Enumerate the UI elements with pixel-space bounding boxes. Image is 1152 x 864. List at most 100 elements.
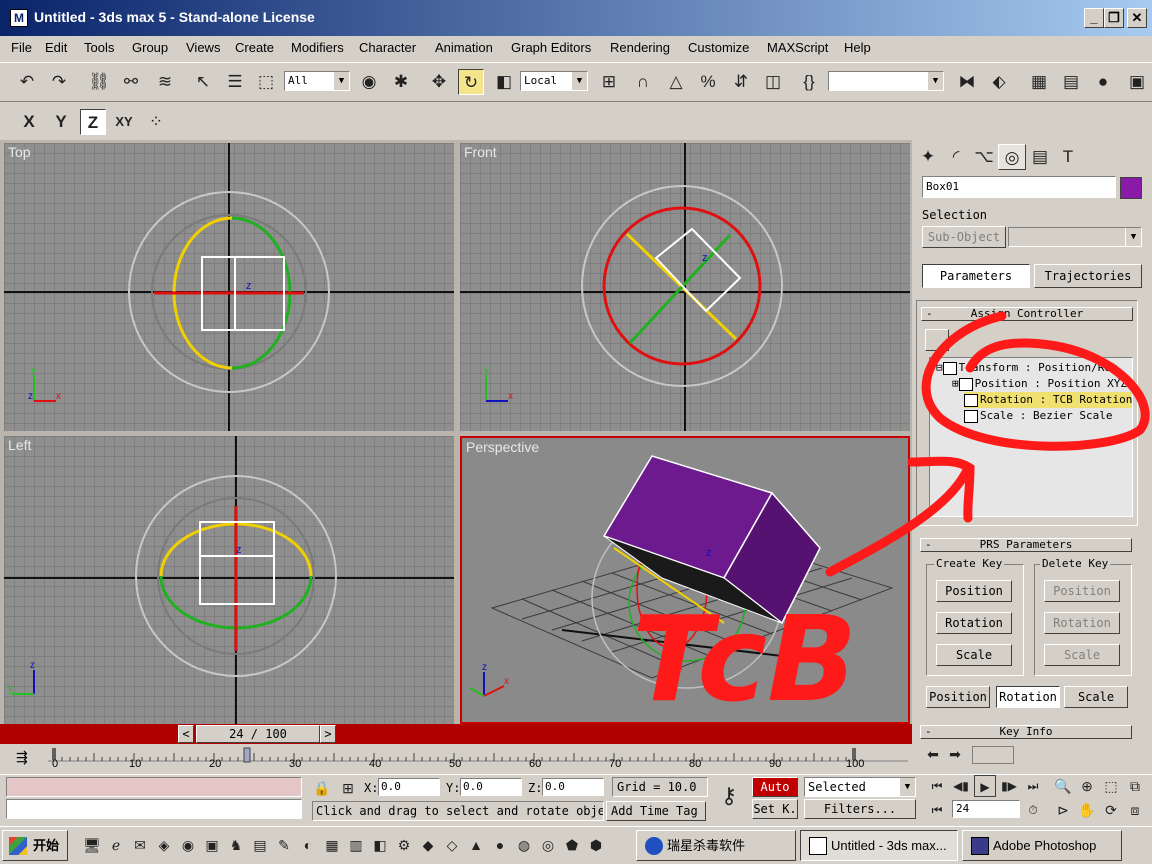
viewport-front[interactable]: z y x Front xyxy=(460,143,910,431)
quick-launch-icon[interactable]: ♞ xyxy=(224,833,248,857)
trajectories-tab-button[interactable]: Trajectories xyxy=(1034,264,1142,288)
snap-3d-icon[interactable]: ∩ xyxy=(630,69,656,95)
menu-animation[interactable]: Animation xyxy=(435,40,493,55)
viewport-left[interactable]: z z y Left xyxy=(4,436,454,724)
create-position-key-button[interactable]: Position xyxy=(936,580,1012,602)
key-filter-dropdown[interactable]: Selected ▼ xyxy=(804,777,916,797)
scale-mode-button[interactable]: Scale xyxy=(1064,686,1128,708)
menu-character[interactable]: Character xyxy=(359,40,416,55)
undo-icon[interactable]: ↶ xyxy=(14,69,40,95)
reference-coordinate-dropdown[interactable]: Local ▼ xyxy=(520,71,588,91)
viewport-perspective[interactable]: z z x Perspective xyxy=(460,436,910,724)
prev-key-arrow-icon[interactable]: ⬅ xyxy=(924,744,942,764)
absolute-mode-icon[interactable]: ⊞ xyxy=(338,775,358,799)
redo-icon[interactable]: ↷ xyxy=(46,69,72,95)
auto-key-button[interactable]: Auto xyxy=(752,777,798,797)
quick-launch-icon[interactable]: ✉ xyxy=(128,833,152,857)
assign-controller-button[interactable] xyxy=(925,329,949,351)
maxscript-input[interactable] xyxy=(6,799,302,819)
app-icon[interactable]: M xyxy=(10,9,28,27)
zoom-all-icon[interactable]: ⊕ xyxy=(1076,775,1098,797)
axis-y-button[interactable]: Y xyxy=(48,109,74,135)
quick-launch-icon[interactable]: ◍ xyxy=(512,833,536,857)
quick-launch-icon[interactable]: ▣ xyxy=(200,833,224,857)
align-icon[interactable]: ⬖ xyxy=(986,69,1012,95)
percent-snap-icon[interactable]: % xyxy=(695,69,721,95)
spinner-snap-icon[interactable]: ⇵ xyxy=(728,69,754,95)
task-3ds-max[interactable]: Untitled - 3ds max... xyxy=(800,830,958,861)
time-slider-thumb[interactable]: 24 / 100 xyxy=(196,725,320,743)
hierarchy-tab-icon[interactable]: ⌥ xyxy=(970,144,998,170)
rect-selection-icon[interactable]: ⬚ xyxy=(253,69,279,95)
tree-row-rotation[interactable]: Rotation : TCB Rotation xyxy=(964,392,1132,408)
crossing-icon[interactable]: ✱ xyxy=(388,69,414,95)
quick-launch-icon[interactable]: ⬢ xyxy=(584,833,608,857)
quick-launch-icon[interactable]: ◉ xyxy=(176,833,200,857)
viewport-label-left[interactable]: Left xyxy=(8,437,31,453)
menu-create[interactable]: Create xyxy=(235,40,274,55)
delete-scale-key-button[interactable]: Scale xyxy=(1044,644,1120,666)
maxscript-listener-mini[interactable] xyxy=(6,777,302,797)
current-frame-field[interactable]: 24 xyxy=(952,800,1020,818)
delete-position-key-button[interactable]: Position xyxy=(1044,580,1120,602)
position-mode-button[interactable]: Position xyxy=(926,686,990,708)
restore-button[interactable]: ❐ xyxy=(1104,8,1124,28)
quick-launch-icon[interactable]: ◎ xyxy=(536,833,560,857)
z-field[interactable]: 0.0 xyxy=(542,778,604,796)
select-object-icon[interactable]: ↖ xyxy=(190,69,216,95)
select-by-name-icon[interactable]: ☰ xyxy=(222,69,248,95)
task-rising-antivirus[interactable]: 瑞星杀毒软件 xyxy=(636,830,796,861)
tree-row-scale[interactable]: Scale : Bezier Scale xyxy=(964,408,1112,424)
axis-xy-button[interactable]: XY xyxy=(111,109,137,135)
select-link-icon[interactable]: ⛓ xyxy=(86,69,112,95)
object-name-field[interactable]: Box01 xyxy=(922,176,1116,198)
create-scale-key-button[interactable]: Scale xyxy=(936,644,1012,666)
axis-z-button[interactable]: Z xyxy=(80,109,106,135)
zoom-extents-icon[interactable]: ⬚ xyxy=(1100,775,1122,797)
modify-tab-icon[interactable]: ◜ xyxy=(942,144,970,170)
zoom-icon[interactable]: 🔍 xyxy=(1052,775,1074,797)
close-button[interactable]: ✕ xyxy=(1127,8,1147,28)
start-button[interactable]: 开始 xyxy=(2,830,68,861)
schematic-view-icon[interactable]: ▤ xyxy=(1058,69,1084,95)
next-frame-icon[interactable]: ▮▶ xyxy=(998,775,1020,797)
key-info-header[interactable]: - Key Info xyxy=(920,725,1132,739)
dot-cluster-icon[interactable]: ⁘ xyxy=(143,109,169,135)
key-number-field[interactable] xyxy=(972,746,1014,764)
create-tab-icon[interactable]: ✦ xyxy=(914,144,942,170)
x-field[interactable]: 0.0 xyxy=(378,778,440,796)
rotate-icon[interactable]: ↻ xyxy=(458,69,484,95)
sub-object-dropdown[interactable]: ▼ xyxy=(1008,227,1142,247)
key-filter-icon[interactable]: ⇶ xyxy=(16,749,28,766)
maximize-viewport-icon[interactable]: ⧈ xyxy=(1124,799,1146,821)
quick-launch-icon[interactable]: ✎ xyxy=(272,833,296,857)
viewport-label-perspective[interactable]: Perspective xyxy=(466,439,539,455)
quick-launch-icon[interactable]: ◇ xyxy=(440,833,464,857)
minimize-button[interactable]: _ xyxy=(1084,8,1104,28)
viewport-label-top[interactable]: Top xyxy=(8,144,31,160)
quick-launch-icon[interactable]: ◈ xyxy=(152,833,176,857)
quick-launch-icon[interactable]: 🖥 xyxy=(80,833,104,857)
named-selection-dropdown[interactable]: ▼ xyxy=(828,71,944,91)
menu-modifiers[interactable]: Modifiers xyxy=(291,40,344,55)
display-tab-icon[interactable]: ▤ xyxy=(1026,144,1054,170)
time-slider-prev-button[interactable]: < xyxy=(178,725,194,743)
track-view-icon[interactable]: ▦ xyxy=(1026,69,1052,95)
track-bar[interactable]: ⇶ 0 10 20 30 40 50 60 70 80 90 100 xyxy=(0,745,912,773)
fov-icon[interactable]: ⊳ xyxy=(1052,799,1074,821)
quick-launch-icon[interactable]: ⚙ xyxy=(392,833,416,857)
tree-row-transform[interactable]: ⊟ Transform : Position/Rot xyxy=(936,360,1118,376)
task-photoshop[interactable]: Adobe Photoshop xyxy=(962,830,1122,861)
axis-x-button[interactable]: X xyxy=(16,109,42,135)
quick-launch-icon[interactable]: ◆ xyxy=(416,833,440,857)
menu-tools[interactable]: Tools xyxy=(84,40,114,55)
arc-rotate-icon[interactable]: ⟳ xyxy=(1100,799,1122,821)
selection-filter-dropdown[interactable]: All ▼ xyxy=(284,71,350,91)
play-icon[interactable]: ▶ xyxy=(974,775,996,797)
quick-launch-icon[interactable]: ▲ xyxy=(464,833,488,857)
render-scene-icon[interactable]: ▣ xyxy=(1124,69,1150,95)
menu-file[interactable]: File xyxy=(11,40,32,55)
edit-named-selection-icon[interactable]: {} xyxy=(796,69,822,95)
menu-rendering[interactable]: Rendering xyxy=(610,40,670,55)
sub-object-button[interactable]: Sub-Object xyxy=(922,226,1006,248)
